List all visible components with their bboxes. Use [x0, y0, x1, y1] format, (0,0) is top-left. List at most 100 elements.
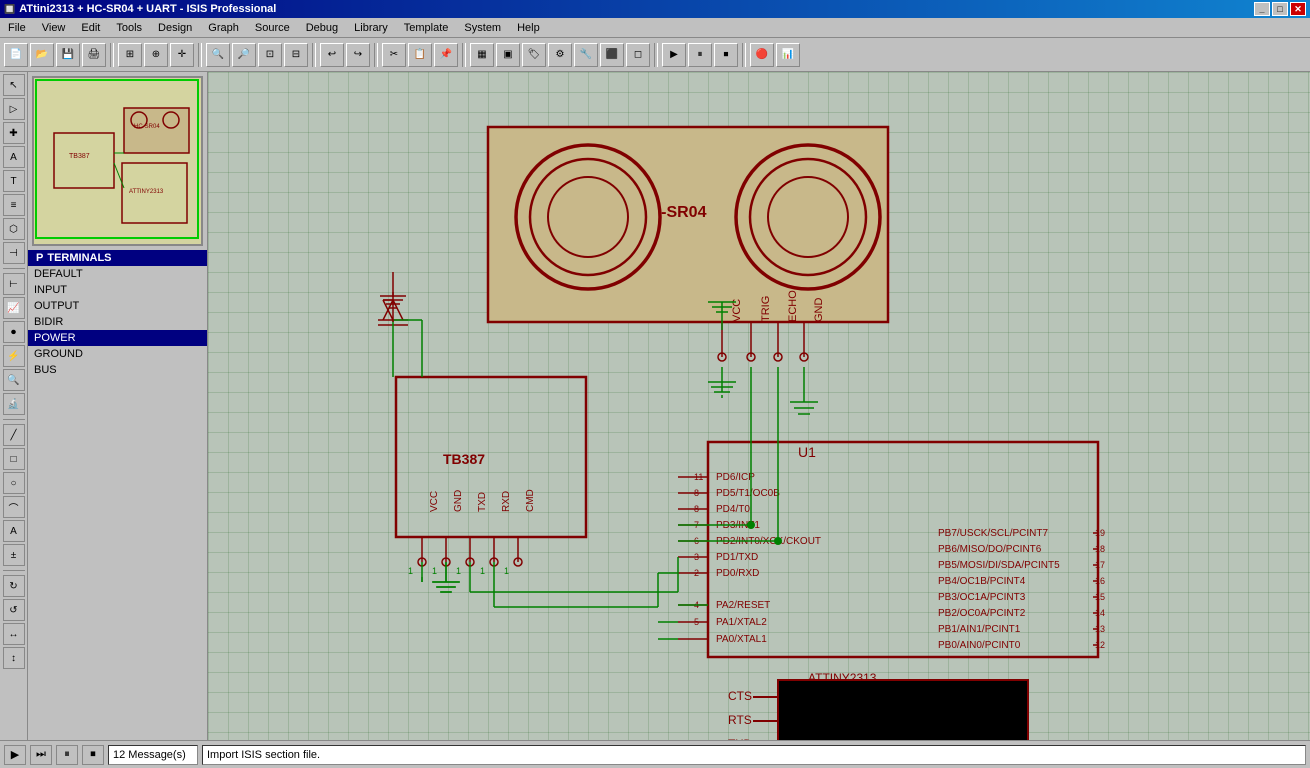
- menu-edit[interactable]: Edit: [73, 20, 108, 36]
- menu-source[interactable]: Source: [247, 20, 298, 36]
- canvas-area[interactable]: HC-SR04 VCC TRIG ECHO GND: [208, 72, 1310, 740]
- terminal-output[interactable]: OUTPUT: [28, 298, 207, 314]
- zoom-out-button[interactable]: 🔎: [232, 43, 256, 67]
- svg-text:PA2/RESET: PA2/RESET: [716, 600, 770, 611]
- zoom-all-button[interactable]: ⊡: [258, 43, 282, 67]
- pause-button[interactable]: ⏸: [56, 745, 78, 765]
- separator5: [462, 43, 466, 67]
- zoom-in-button[interactable]: 🔍: [206, 43, 230, 67]
- svg-text:PA1/XTAL2: PA1/XTAL2: [716, 617, 767, 628]
- arc-tool[interactable]: ⌒: [3, 496, 25, 518]
- svg-text:PD0/RXD: PD0/RXD: [716, 568, 759, 579]
- svg-text:1: 1: [480, 566, 485, 576]
- svg-text:PD4/T0: PD4/T0: [716, 504, 750, 515]
- origin-button[interactable]: ⊕: [144, 43, 168, 67]
- device-pin-tool[interactable]: ⊢: [3, 273, 25, 295]
- svg-text:1: 1: [432, 566, 437, 576]
- grid-button[interactable]: ⊞: [118, 43, 142, 67]
- minimize-button[interactable]: _: [1254, 2, 1270, 16]
- menu-help[interactable]: Help: [509, 20, 548, 36]
- tool2-button[interactable]: 🔧: [574, 43, 598, 67]
- cursor-button[interactable]: ✛: [170, 43, 194, 67]
- tool1-button[interactable]: ⚙: [548, 43, 572, 67]
- terminal-default[interactable]: DEFAULT: [28, 266, 207, 282]
- sim3-button[interactable]: ⏹: [714, 43, 738, 67]
- tool3-button[interactable]: ⬛: [600, 43, 624, 67]
- text-label-tool[interactable]: A: [3, 520, 25, 542]
- restore-button[interactable]: □: [1272, 2, 1288, 16]
- wire-label-tool[interactable]: A: [3, 146, 25, 168]
- menu-graph[interactable]: Graph: [200, 20, 247, 36]
- lt-separator2: [3, 419, 25, 420]
- svg-text:PA0/XTAL1: PA0/XTAL1: [716, 634, 767, 645]
- subcircuit-tool[interactable]: ⬡: [3, 218, 25, 240]
- print-button[interactable]: 🖨: [82, 43, 106, 67]
- svg-text:PD1/TXD: PD1/TXD: [716, 552, 758, 563]
- voltage-probe-tool[interactable]: 🔍: [3, 369, 25, 391]
- tool4-button[interactable]: ◻: [626, 43, 650, 67]
- toolbar: 📄 📂 💾 🖨 ⊞ ⊕ ✛ 🔍 🔎 ⊡ ⊟ ↩ ↪ ✂ 📋 📌 ▦ ▣ 🏷 ⚙ …: [0, 38, 1310, 72]
- menu-tools[interactable]: Tools: [108, 20, 150, 36]
- flip-v-tool[interactable]: ↕: [3, 647, 25, 669]
- svg-text:PD6/ICP: PD6/ICP: [716, 472, 755, 483]
- circle-tool[interactable]: ○: [3, 472, 25, 494]
- sim1-button[interactable]: ▶: [662, 43, 686, 67]
- stop-button[interactable]: ⏹: [82, 745, 104, 765]
- step-button[interactable]: ⏭: [30, 745, 52, 765]
- titlebar-controls: _ □ ✕: [1254, 2, 1306, 16]
- box-tool[interactable]: □: [3, 448, 25, 470]
- menu-file[interactable]: File: [0, 20, 34, 36]
- menu-library[interactable]: Library: [346, 20, 396, 36]
- text-tool[interactable]: T: [3, 170, 25, 192]
- junction-tool[interactable]: ✚: [3, 122, 25, 144]
- select-tool[interactable]: ↖: [3, 74, 25, 96]
- probe1-button[interactable]: 🔴: [750, 43, 774, 67]
- circuit-svg: HC-SR04 VCC TRIG ECHO GND: [208, 72, 1310, 740]
- symbol-tool[interactable]: ±: [3, 544, 25, 566]
- save-button[interactable]: 💾: [56, 43, 80, 67]
- terminal-input[interactable]: INPUT: [28, 282, 207, 298]
- tag-button[interactable]: 🏷: [522, 43, 546, 67]
- block2-button[interactable]: ▣: [496, 43, 520, 67]
- separator7: [742, 43, 746, 67]
- terminal-power[interactable]: POWER: [28, 330, 207, 346]
- component-tool[interactable]: ▷: [3, 98, 25, 120]
- close-button[interactable]: ✕: [1290, 2, 1306, 16]
- sim2-button[interactable]: ⏸: [688, 43, 712, 67]
- redo-button[interactable]: ↪: [346, 43, 370, 67]
- terminal-bus[interactable]: BUS: [28, 362, 207, 378]
- menu-template[interactable]: Template: [396, 20, 457, 36]
- cut-button[interactable]: ✂: [382, 43, 406, 67]
- titlebar: 🔲 ATtini2313 + HC-SR04 + UART - ISIS Pro…: [0, 0, 1310, 18]
- new-button[interactable]: 📄: [4, 43, 28, 67]
- terminal-bidir[interactable]: BIDIR: [28, 314, 207, 330]
- graph-tool[interactable]: 📈: [3, 297, 25, 319]
- probe2-button[interactable]: 📊: [776, 43, 800, 67]
- paste-button[interactable]: 📌: [434, 43, 458, 67]
- zoom-select-button[interactable]: ⊟: [284, 43, 308, 67]
- menu-view[interactable]: View: [34, 20, 74, 36]
- svg-text:PB5/MOSI/DI/SDA/PCINT5: PB5/MOSI/DI/SDA/PCINT5: [938, 560, 1060, 571]
- play-button[interactable]: ▶: [4, 745, 26, 765]
- block-button[interactable]: ▦: [470, 43, 494, 67]
- terminal-tool[interactable]: ⊣: [3, 242, 25, 264]
- menu-design[interactable]: Design: [150, 20, 200, 36]
- svg-text:TB387: TB387: [443, 451, 485, 467]
- sidebar-list: DEFAULT INPUT OUTPUT BIDIR POWER GROUND …: [28, 266, 207, 378]
- flip-h-tool[interactable]: ↔: [3, 623, 25, 645]
- line-tool[interactable]: ╱: [3, 424, 25, 446]
- separator1: [110, 43, 114, 67]
- current-probe-tool[interactable]: 🔬: [3, 393, 25, 415]
- menu-system[interactable]: System: [456, 20, 509, 36]
- rotate-cw-tool[interactable]: ↻: [3, 575, 25, 597]
- terminal-ground[interactable]: GROUND: [28, 346, 207, 362]
- generator-tool[interactable]: ⚡: [3, 345, 25, 367]
- open-button[interactable]: 📂: [30, 43, 54, 67]
- bus-tool[interactable]: ≡: [3, 194, 25, 216]
- copy-button[interactable]: 📋: [408, 43, 432, 67]
- menu-debug[interactable]: Debug: [298, 20, 346, 36]
- rotate-ccw-tool[interactable]: ↺: [3, 599, 25, 621]
- tape-tool[interactable]: ⏺: [3, 321, 25, 343]
- undo-button[interactable]: ↩: [320, 43, 344, 67]
- title-text: ATtini2313 + HC-SR04 + UART - ISIS Profe…: [19, 3, 276, 15]
